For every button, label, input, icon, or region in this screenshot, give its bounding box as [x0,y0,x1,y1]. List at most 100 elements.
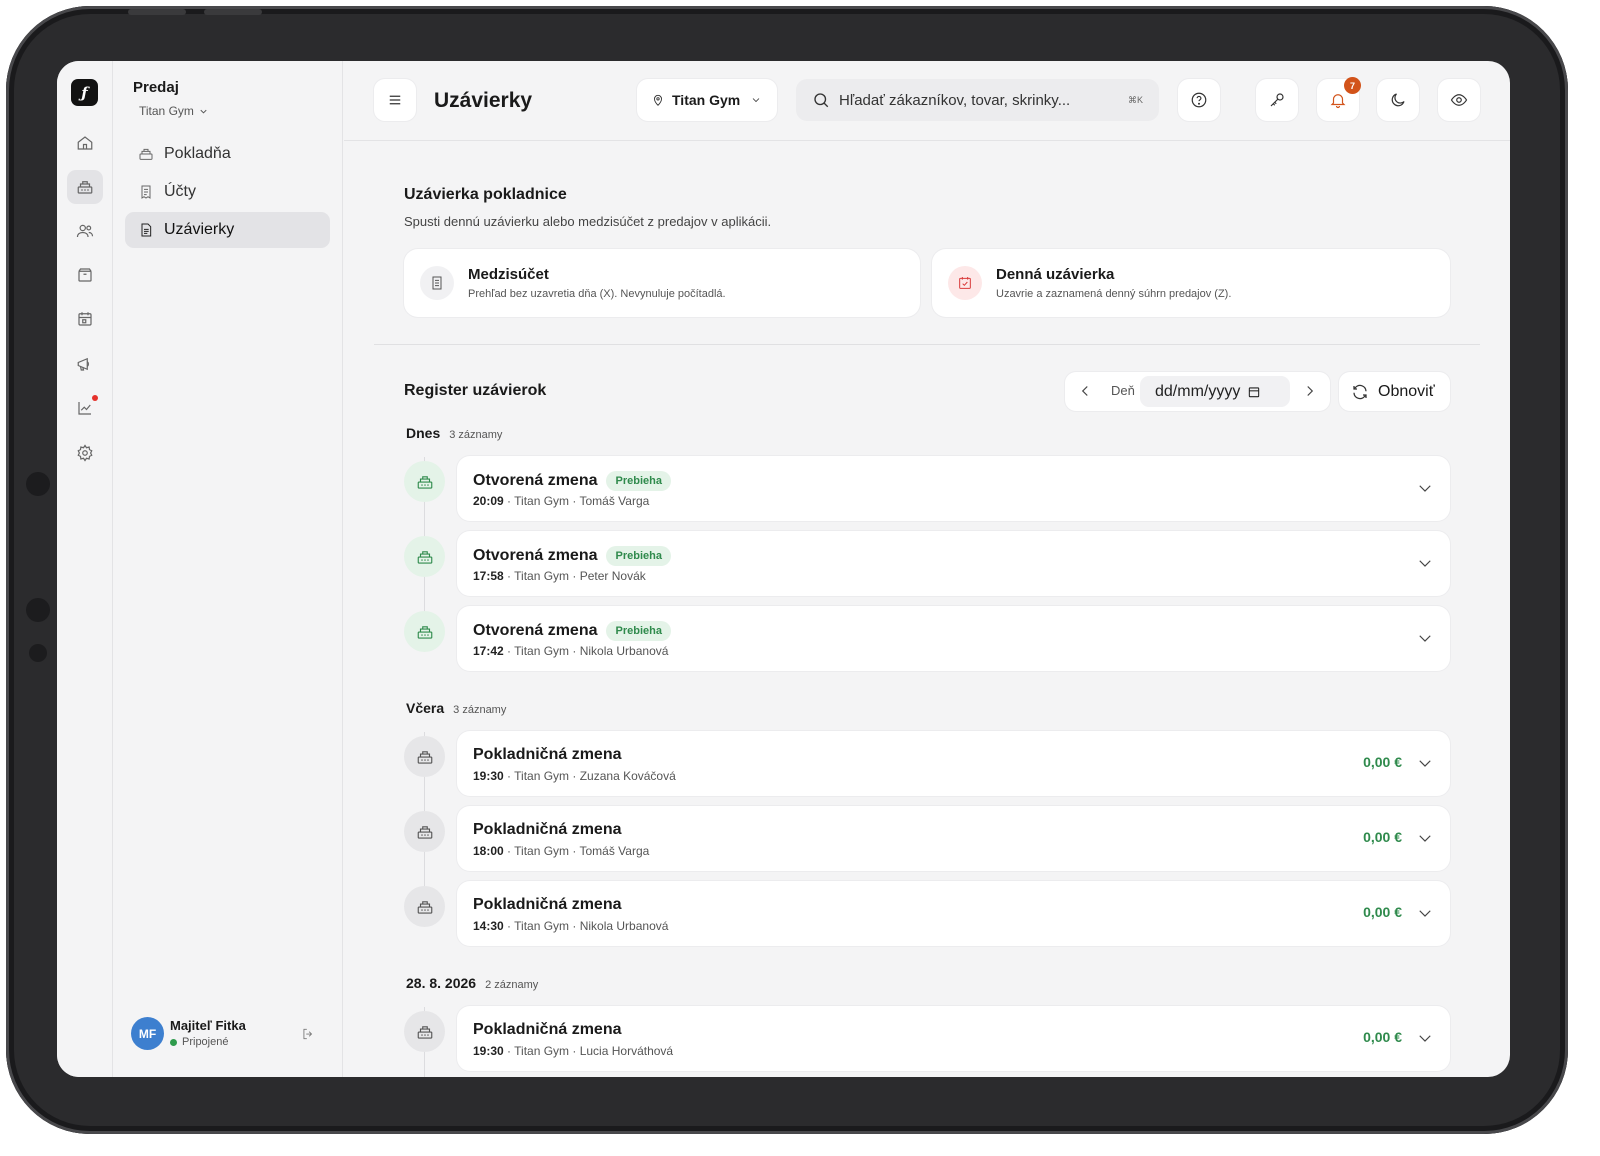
sidebar-item-pokladna[interactable]: Pokladňa [125,136,330,172]
cash-register-icon [139,148,153,160]
entry-title: Pokladničná zmena [473,896,622,913]
bell-icon [1330,94,1346,109]
status-badge: Prebieha [606,546,671,566]
chevron-down-icon[interactable] [1416,554,1434,572]
entry-details: · Titan Gym · Tomáš Varga [503,494,650,508]
visibility-button[interactable] [1438,79,1480,121]
megaphone-icon[interactable] [67,347,103,381]
subtotal-card[interactable]: Medzisúčet Prehľad bez uzavretia dňa (X)… [404,249,920,317]
list-item[interactable]: Otvorená zmena Prebieha 17:58 · Titan Gym… [457,531,1450,596]
list-item[interactable]: Otvorená zmena Prebieha 17:42 · Titan Gym… [457,606,1450,671]
refresh-icon [1353,384,1367,399]
refresh-button[interactable]: Obnoviť [1339,372,1450,411]
chevron-down-icon[interactable] [1416,629,1434,647]
cash-register-icon [404,536,445,577]
notification-badge: 7 [1344,77,1361,94]
list-item[interactable]: Pokladničná zmena 14:30 · Titan Gym · Ni… [457,881,1450,946]
group-header: Včera 3 záznamy [406,700,506,716]
list-item[interactable]: Pokladničná zmena 18:00 · Titan Gym · To… [457,806,1450,871]
search-shortcut: ⌘K [1127,94,1143,105]
subtotal-description: Prehľad bez uzavretia dňa (X). Nevynuluj… [468,288,726,300]
entry-details: · Titan Gym · Lucia Horváthová [503,1044,674,1058]
entry-meta: 17:42 · Titan Gym · Nikola Urbanová [473,644,668,658]
keys-button[interactable] [1256,79,1298,121]
chevron-down-icon[interactable] [1416,1029,1434,1047]
group-label: Včera [406,700,445,716]
help-icon [1191,92,1207,108]
entry-title-wrap: Otvorená zmena Prebieha [473,546,671,566]
sidebar-item-label: Pokladňa [164,145,231,162]
volume-button [204,9,262,15]
group-count: 3 záznamy [449,429,503,441]
entry-title-wrap: Pokladničná zmena [473,1021,622,1039]
sidebar-title: Predaj [133,79,179,96]
app-screen: ƒ Predaj Titan Gym Pokladňa Účty Uzávier… [57,61,1510,1077]
icon-rail: ƒ [57,61,113,1077]
side-sensor [26,472,50,496]
daily-closing-title: Denná uzávierka [996,266,1115,283]
register-title: Register uzávierok [404,382,547,399]
group-header: Dnes 3 záznamy [406,425,502,441]
group-label: 28. 8. 2026 [406,975,477,991]
entry-meta: 18:00 · Titan Gym · Tomáš Varga [473,844,649,858]
users-icon[interactable] [67,214,103,248]
chevron-down-icon[interactable] [1416,479,1434,497]
chevron-down-icon [200,109,207,114]
help-button[interactable] [1178,79,1220,121]
daily-closing-card[interactable]: Denná uzávierka Uzavrie a zaznamená denn… [932,249,1450,317]
list-item[interactable]: Pokladničná zmena 19:30 · Titan Gym · Zu… [457,731,1450,796]
chevron-down-icon[interactable] [1416,829,1434,847]
entry-title: Pokladničná zmena [473,821,622,838]
location-selector[interactable]: Titan Gym [637,79,777,121]
list-item[interactable]: Otvorená zmena Prebieha 20:09 · Titan Gym… [457,456,1450,521]
sidebar-item-uzavierky[interactable]: Uzávierky [125,212,330,248]
cash-register-icon[interactable] [67,170,103,204]
calendar-icon[interactable] [67,302,103,336]
entry-time: 20:09 [473,494,504,508]
page-title: Uzávierky [434,89,533,112]
search-icon [814,93,829,108]
side-sensor [29,644,47,662]
entry-details: · Titan Gym · Tomáš Varga [503,844,650,858]
top-bar: Uzávierky Titan Gym ⌘K 7 [344,61,1510,141]
moon-icon [1391,93,1405,107]
entry-meta: 14:30 · Titan Gym · Nikola Urbanová [473,919,668,933]
logout-icon[interactable] [301,1027,315,1041]
next-day-button[interactable] [1301,382,1319,400]
group-label: Dnes [406,425,441,441]
cash-register-icon [404,736,445,777]
date-placeholder: dd/mm/yyyy [1155,382,1241,400]
notifications-button[interactable]: 7 [1317,77,1361,121]
previous-day-button[interactable] [1076,382,1094,400]
box-icon[interactable] [67,258,103,292]
period-label[interactable]: Deň [1111,383,1135,398]
app-logo[interactable]: ƒ [71,79,98,106]
group-header: 28. 8. 2026 2 záznamy [406,975,538,991]
entry-title: Otvorená zmena [473,472,598,489]
volume-button [128,9,186,15]
sidebar-item-ucty[interactable]: Účty [125,174,330,210]
list-item[interactable]: Pokladničná zmena 19:30 · Titan Gym · Lu… [457,1006,1450,1071]
entry-meta: 19:30 · Titan Gym · Lucia Horváthová [473,1044,673,1058]
entry-title: Otvorená zmena [473,622,598,639]
chart-icon[interactable] [67,391,103,425]
entry-meta: 19:30 · Titan Gym · Zuzana Kováčová [473,769,676,783]
receipt-icon [420,266,454,300]
cash-register-icon [404,611,445,652]
subtotal-title: Medzisúčet [468,266,549,283]
chevron-down-icon[interactable] [1416,904,1434,922]
section-divider [374,344,1480,345]
entry-title: Pokladničná zmena [473,1021,622,1038]
entry-details: · Titan Gym · Peter Novák [503,569,646,583]
entry-amount: 0,00 € [1363,904,1402,920]
search-input[interactable] [839,91,1099,109]
user-profile[interactable]: MF Majiteľ Fitka Pripojené [131,1017,331,1053]
dark-mode-button[interactable] [1377,79,1419,121]
menu-button[interactable] [374,79,416,121]
date-input[interactable]: dd/mm/yyyy [1140,376,1290,407]
gear-icon[interactable] [67,436,103,470]
home-icon[interactable] [67,126,103,160]
location-switcher[interactable]: Titan Gym [139,104,209,118]
chevron-down-icon[interactable] [1416,754,1434,772]
entry-time: 14:30 [473,919,504,933]
